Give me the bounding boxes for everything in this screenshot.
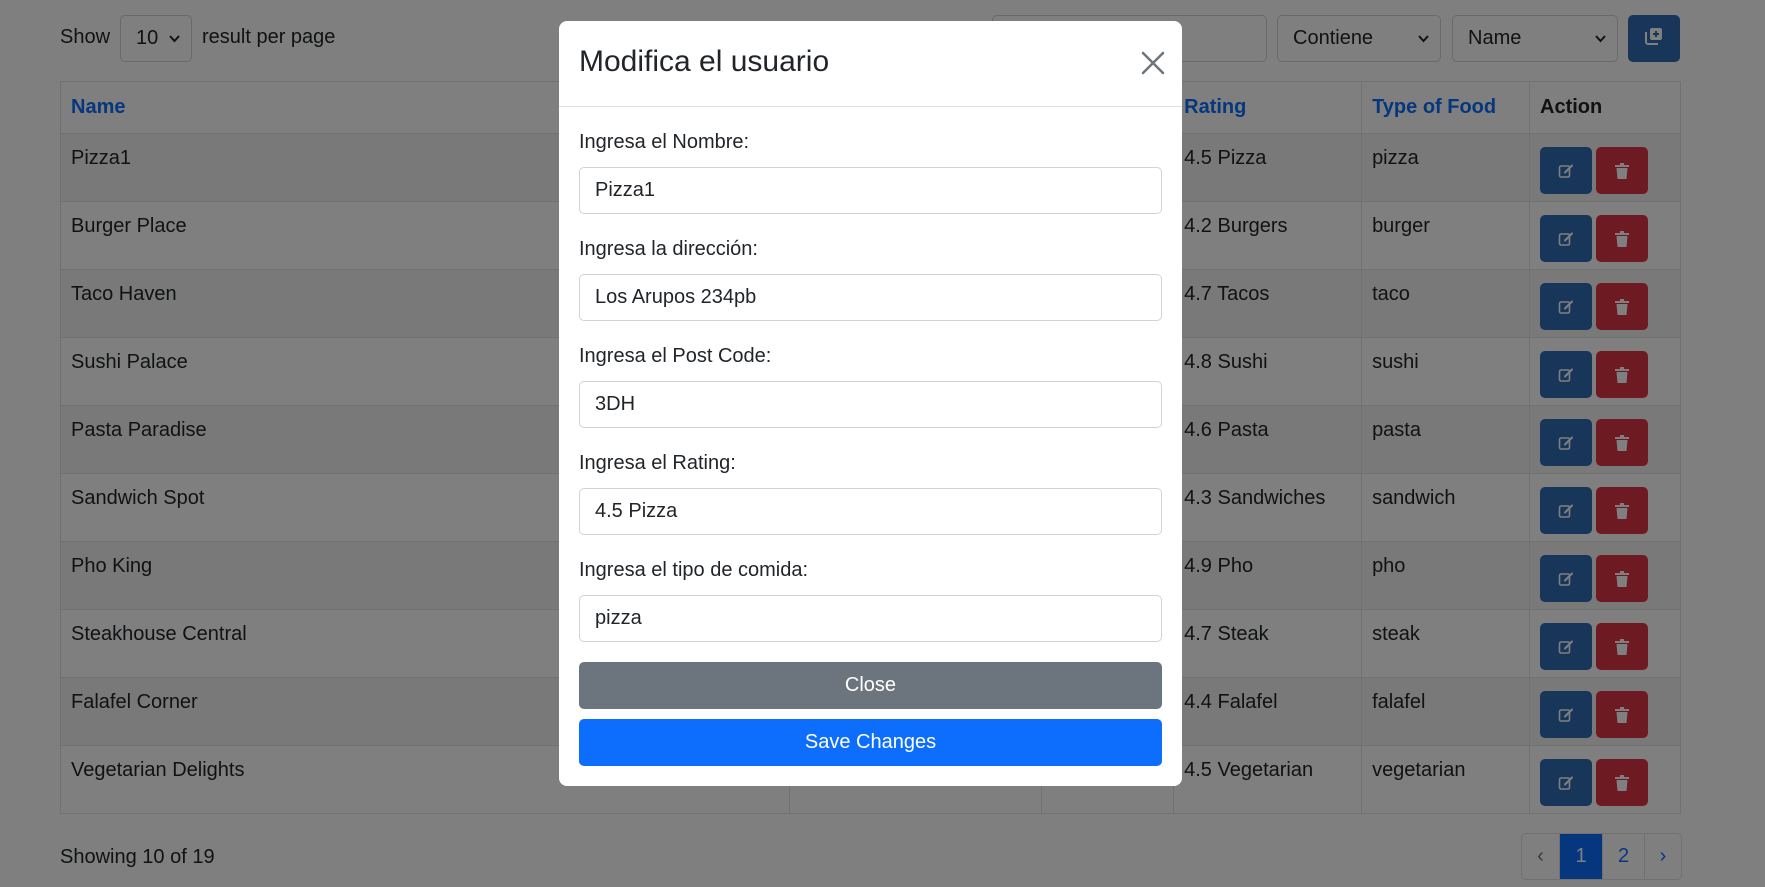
postcode-field-label: Ingresa el Post Code: — [579, 345, 772, 367]
modal-header: Modifica el usuario — [559, 21, 1182, 107]
address-field[interactable]: Los Arupos 234pb — [579, 274, 1162, 321]
name-field[interactable]: Pizza1 — [579, 167, 1162, 214]
food-type-field-label: Ingresa el tipo de comida: — [579, 559, 809, 581]
close-icon[interactable] — [1138, 48, 1168, 78]
edit-user-modal: Modifica el usuario Ingresa el Nombre: P… — [559, 21, 1182, 786]
rating-field[interactable]: 4.5 Pizza — [579, 488, 1162, 535]
address-field-label: Ingresa la dirección: — [579, 238, 758, 260]
food-type-field[interactable]: pizza — [579, 595, 1162, 642]
name-field-label: Ingresa el Nombre: — [579, 131, 750, 153]
postcode-field[interactable]: 3DH — [579, 381, 1162, 428]
save-changes-button[interactable]: Save Changes — [579, 719, 1162, 766]
rating-field-label: Ingresa el Rating: — [579, 452, 736, 474]
close-button[interactable]: Close — [579, 662, 1162, 709]
modal-title: Modifica el usuario — [579, 45, 830, 78]
